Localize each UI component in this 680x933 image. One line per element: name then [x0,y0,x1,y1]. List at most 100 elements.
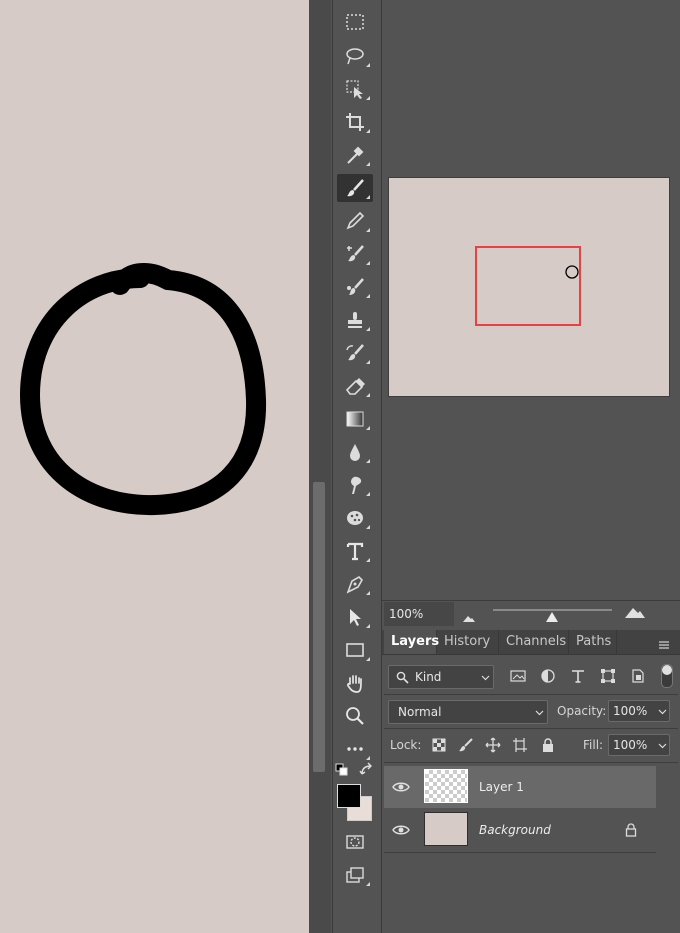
layer-name[interactable]: Background [479,809,551,851]
filter-pixel-layers[interactable] [509,667,527,685]
tab-history[interactable]: History [437,630,499,654]
large-mountain-icon [625,608,645,618]
tab-paths[interactable]: Paths [569,630,617,654]
eye-icon[interactable] [392,821,410,839]
layer-name[interactable]: Layer 1 [479,766,524,808]
type-filter-icon [572,670,584,683]
default-colors-button[interactable] [335,762,349,776]
document-canvas[interactable] [0,0,309,933]
path-selection-tool[interactable] [337,603,373,631]
lock-image-pixels[interactable] [457,736,475,754]
mixer-brush-tool[interactable] [337,273,373,301]
clone-stamp-tool[interactable] [337,306,373,334]
chevron-down-icon [658,709,667,715]
layer-filter-kind[interactable]: Kind [388,665,494,689]
lock-transparent-pixels[interactable] [430,736,448,754]
filter-toggle-switch[interactable] [661,664,673,688]
layer-row-background[interactable]: Background [384,809,656,851]
sponge-tool[interactable] [337,504,373,532]
pencil-icon [346,211,365,230]
swap-arrow-icon [359,762,372,775]
pen-tool[interactable] [337,570,373,598]
scrollbar-thumb[interactable] [313,482,325,772]
hand-tool[interactable] [337,669,373,697]
magnifier-icon [346,707,364,725]
brush-tool[interactable] [337,174,373,202]
lasso-icon [346,48,364,65]
zoom-value-field[interactable]: 100% [384,602,454,626]
history-brush-icon [346,344,364,361]
lock-artboard[interactable] [511,736,529,754]
eye-icon[interactable] [392,778,410,796]
zoom-in-button[interactable] [624,604,646,618]
blur-tool[interactable] [337,438,373,466]
quick-mask-button[interactable] [337,828,373,856]
rectangle-icon [346,643,364,657]
smudge-tool[interactable] [337,471,373,499]
lock-all[interactable] [539,736,557,754]
brush-icon [347,179,364,197]
search-icon [396,671,409,684]
layer-thumbnail [424,812,468,846]
filter-type-layers[interactable] [569,667,587,685]
sponge-icon [347,511,363,525]
opacity-field[interactable]: 100% [608,700,670,722]
chevron-down-icon [481,675,490,681]
drop-icon [350,444,360,461]
history-brush-tool[interactable] [337,339,373,367]
checkerboard-icon [432,738,446,752]
filter-kind-label: Kind [415,670,442,684]
move-icon [485,737,501,753]
marquee-tool[interactable] [337,8,373,36]
tab-layers[interactable]: Layers [384,630,439,654]
default-colors-icon [335,763,348,776]
navigator-view-frame[interactable] [475,246,581,326]
gradient-icon [346,411,364,427]
image-icon [510,670,526,682]
crop-icon [346,113,364,131]
filter-shape-layers[interactable] [599,667,617,685]
vertical-scrollbar[interactable] [309,0,331,933]
stamp-icon [348,312,362,328]
filter-adjustment-layers[interactable] [539,667,557,685]
crop-tool[interactable] [337,108,373,136]
gradient-tool[interactable] [337,405,373,433]
type-tool[interactable] [337,537,373,565]
rectangle-tool[interactable] [337,636,373,664]
foreground-color-swatch[interactable] [337,784,361,808]
zoom-out-button[interactable] [462,608,476,622]
smudge-icon [351,476,362,494]
lasso-tool[interactable] [337,42,373,70]
fill-label: Fill: [583,738,604,752]
tab-channels[interactable]: Channels [499,630,569,654]
eyedropper-tool[interactable] [337,141,373,169]
object-selection-tool[interactable] [337,75,373,103]
more-tools[interactable] [337,735,373,763]
smart-object-icon [632,669,644,683]
screen-mode-button[interactable] [337,861,373,889]
zoom-tool[interactable] [337,702,373,730]
blend-mode-select[interactable]: Normal [388,700,548,724]
ellipsis-icon [347,747,363,751]
lock-position[interactable] [484,736,502,754]
pencil-tool[interactable] [337,207,373,235]
layer-row-layer-1[interactable]: Layer 1 [384,766,656,808]
marquee-icon [346,14,364,30]
zoom-slider-track[interactable] [493,609,612,611]
panel-menu-button[interactable] [658,636,670,649]
zoom-slider-handle[interactable] [546,612,558,622]
swap-colors-button[interactable] [359,762,375,778]
opacity-value: 100% [613,704,648,718]
layer-thumbnail [424,769,468,803]
pen-icon [346,576,363,594]
filter-toggle-knob [662,665,672,675]
panel-tabs: Layers History Channels Paths [382,630,680,655]
filter-smart-objects[interactable] [629,667,647,685]
eyedropper-icon [347,146,364,164]
color-replacement-icon [347,245,364,262]
type-icon [346,542,364,561]
color-replacement-tool[interactable] [337,240,373,268]
hamburger-icon [659,641,669,649]
fill-field[interactable]: 100% [608,734,670,756]
eraser-tool[interactable] [337,372,373,400]
